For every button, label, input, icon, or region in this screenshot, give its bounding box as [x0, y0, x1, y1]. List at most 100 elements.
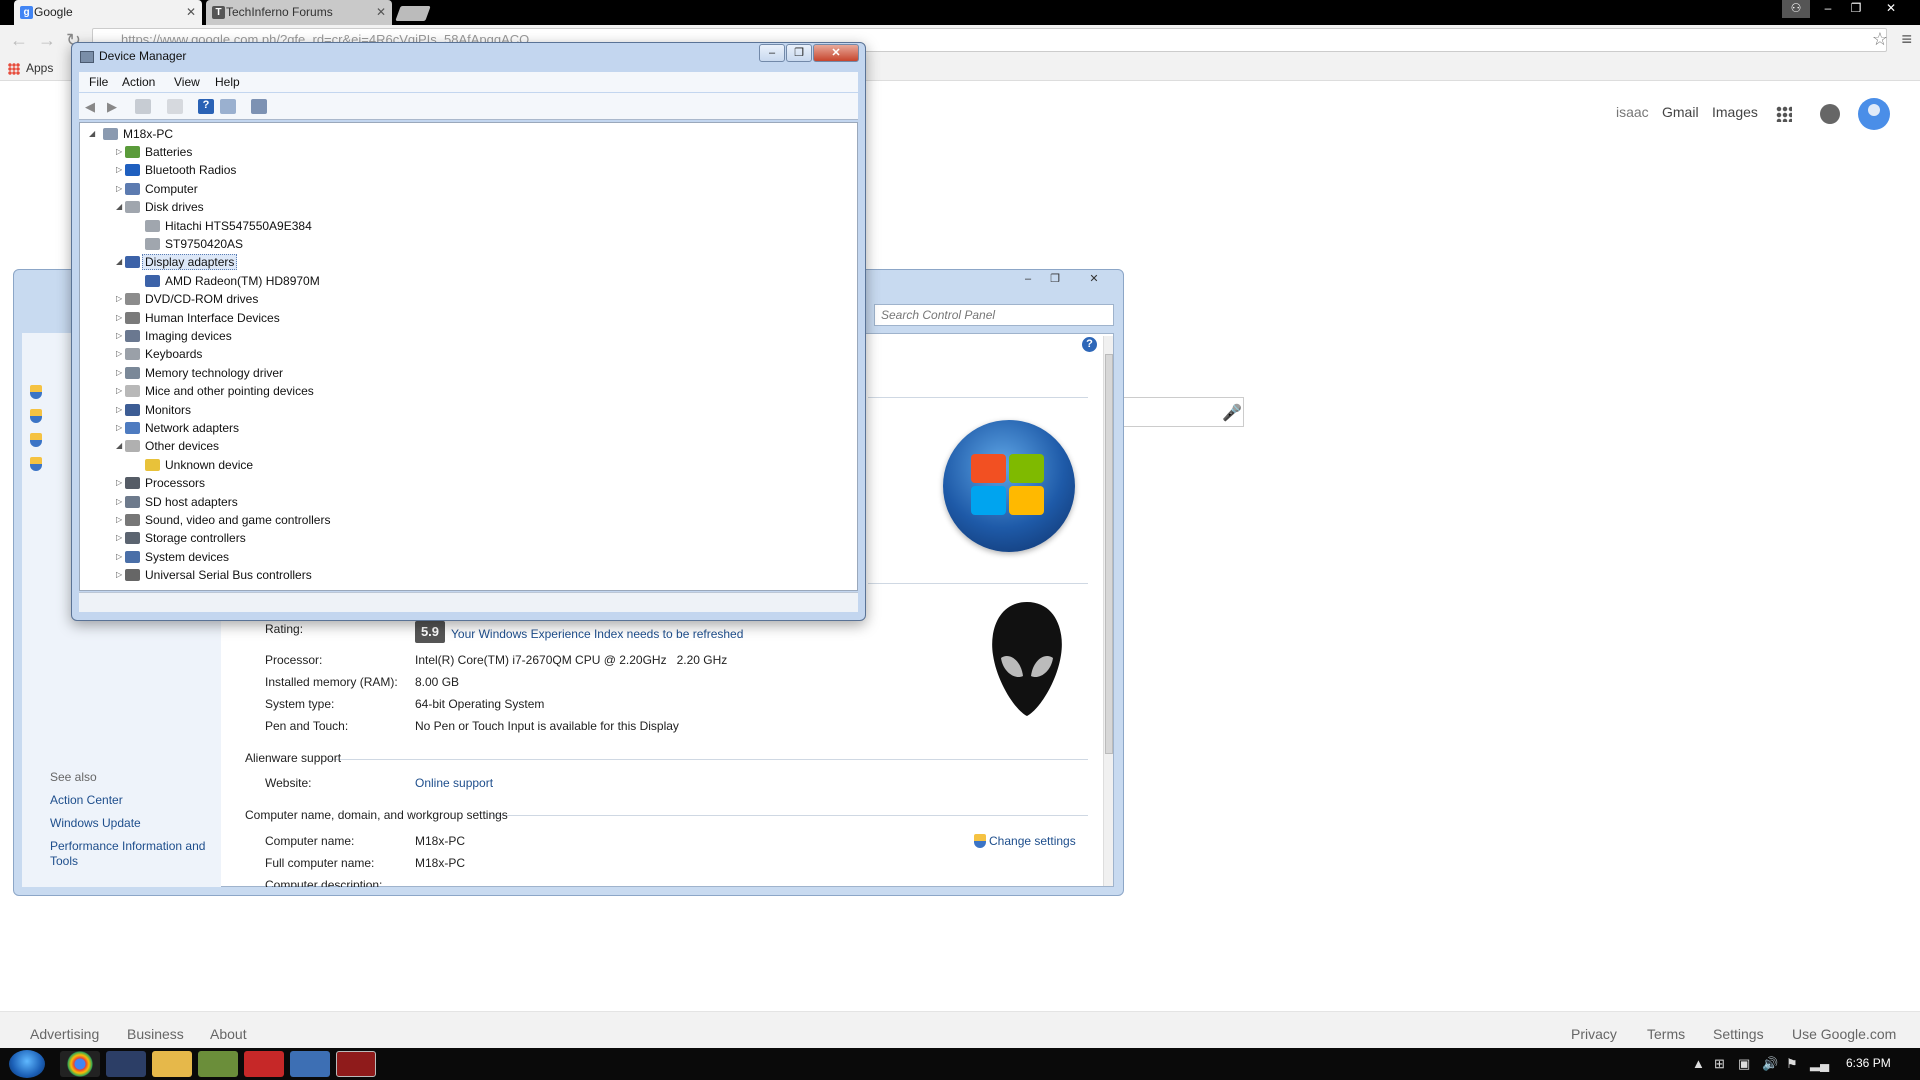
- explorer-icon[interactable]: [152, 1051, 192, 1077]
- collapse-arrow-icon[interactable]: ◢: [89, 125, 99, 143]
- search-control-panel-input[interactable]: Search Control Panel: [874, 304, 1114, 326]
- scan-hardware-icon[interactable]: [251, 99, 267, 114]
- tab-techinferno[interactable]: T TechInferno Forums ✕: [206, 0, 392, 25]
- filezilla-icon[interactable]: [244, 1051, 284, 1077]
- forward-icon[interactable]: ▶: [107, 99, 123, 114]
- back-icon[interactable]: ◀: [85, 99, 101, 114]
- tree-node-dvd-cd-rom-drives[interactable]: ▷ DVD/CD-ROM drives: [116, 290, 258, 308]
- tree-node-st9750420as[interactable]: ST9750420AS: [145, 235, 243, 253]
- tree-node-system-devices[interactable]: ▷ System devices: [116, 548, 229, 566]
- volume-icon[interactable]: 🔊: [1762, 1056, 1778, 1072]
- system-window-scrollbar[interactable]: [1103, 336, 1113, 886]
- footer-business[interactable]: Business: [127, 1026, 184, 1042]
- account-avatar[interactable]: [1858, 98, 1890, 130]
- bluetooth-icon: [125, 164, 140, 176]
- minimize-icon[interactable]: –: [759, 44, 785, 62]
- footer-settings[interactable]: Settings: [1713, 1026, 1764, 1042]
- online-support-link[interactable]: Online support: [415, 776, 493, 790]
- images-link[interactable]: Images: [1712, 104, 1758, 120]
- action-center-link[interactable]: Action Center: [50, 793, 123, 807]
- tree-node-hitachi-hts547550a9e384[interactable]: Hitachi HTS547550A9E384: [145, 217, 312, 235]
- change-settings-link[interactable]: Change settings: [989, 834, 1076, 848]
- new-tab-button[interactable]: [395, 6, 431, 21]
- scroll-thumb[interactable]: [1105, 354, 1113, 754]
- maximize-icon[interactable]: ❐: [786, 44, 812, 62]
- properties-sheet-icon[interactable]: [220, 99, 236, 114]
- forward-icon[interactable]: →: [38, 30, 56, 51]
- action-center-flag-icon[interactable]: ⚑: [1786, 1056, 1798, 1072]
- remote-desktop-icon[interactable]: [290, 1051, 330, 1077]
- tree-node-human-interface-devices[interactable]: ▷ Human Interface Devices: [116, 309, 280, 327]
- tree-node-sd-host-adapters[interactable]: ▷ SD host adapters: [116, 493, 238, 511]
- tree-node-amd-radeon-tm-hd8970m[interactable]: AMD Radeon(TM) HD8970M: [145, 272, 320, 290]
- chrome-icon[interactable]: [60, 1051, 100, 1077]
- network-signal-icon[interactable]: ▂▄: [1810, 1056, 1829, 1072]
- notifications-icon[interactable]: [1820, 104, 1840, 124]
- help-icon[interactable]: ?: [198, 99, 214, 114]
- taskbar-clock[interactable]: 6:36 PM: [1846, 1056, 1891, 1070]
- footer-about[interactable]: About: [210, 1026, 247, 1042]
- tree-node-universal-serial-bus-controllers[interactable]: ▷ Universal Serial Bus controllers: [116, 566, 312, 584]
- performance-info-link[interactable]: Performance Information and Tools: [50, 839, 220, 869]
- tree-node-sound-video-and-game-controllers[interactable]: ▷ Sound, video and game controllers: [116, 511, 330, 529]
- apps-grid-icon[interactable]: [8, 63, 20, 75]
- tree-node-keyboards[interactable]: ▷ Keyboards: [116, 345, 202, 363]
- footer-privacy[interactable]: Privacy: [1571, 1026, 1617, 1042]
- chrome-menu-icon[interactable]: ≡: [1901, 29, 1912, 50]
- tray-app-icon[interactable]: ▣: [1738, 1056, 1750, 1072]
- tree-root-node[interactable]: ◢ M18x-PC: [89, 125, 173, 143]
- tree-node-storage-controllers[interactable]: ▷ Storage controllers: [116, 529, 246, 547]
- minimize-icon[interactable]: –: [1017, 272, 1039, 286]
- tree-node-processors[interactable]: ▷ Processors: [116, 474, 205, 492]
- help-icon[interactable]: ?: [1082, 337, 1097, 352]
- close-window-icon[interactable]: ✕: [813, 44, 859, 62]
- tree-node-network-adapters[interactable]: ▷ Network adapters: [116, 419, 239, 437]
- start-button[interactable]: [9, 1050, 45, 1078]
- restore-icon[interactable]: ❐: [1843, 0, 1869, 18]
- tree-node-imaging-devices[interactable]: ▷ Imaging devices: [116, 327, 232, 345]
- tree-node-display-adapters[interactable]: ◢ Display adapters: [116, 253, 238, 271]
- back-icon[interactable]: ←: [10, 30, 28, 51]
- windows-update-link[interactable]: Windows Update: [50, 816, 141, 830]
- menu-action[interactable]: Action: [122, 75, 155, 89]
- app-icon[interactable]: [198, 1051, 238, 1077]
- google-apps-icon[interactable]: [1776, 106, 1792, 122]
- apps-shortcut[interactable]: Apps: [26, 55, 53, 81]
- close-window-icon[interactable]: ✕: [1080, 272, 1108, 286]
- tree-node-other-devices[interactable]: ◢ Other devices: [116, 437, 219, 455]
- sd-icon: [125, 496, 140, 508]
- show-hide-tree-icon[interactable]: [135, 99, 151, 114]
- tray-expand-icon[interactable]: ▲: [1692, 1056, 1705, 1071]
- google-user-name[interactable]: isaac: [1616, 104, 1649, 120]
- tree-node-memory-technology-driver[interactable]: ▷ Memory technology driver: [116, 364, 283, 382]
- profile-icon[interactable]: ⚇: [1782, 0, 1810, 18]
- device-manager-icon[interactable]: [336, 1051, 376, 1077]
- menu-view[interactable]: View: [174, 75, 200, 89]
- gmail-link[interactable]: Gmail: [1662, 104, 1699, 120]
- tree-node-unknown-device[interactable]: Unknown device: [145, 456, 253, 474]
- close-tab-icon[interactable]: ✕: [376, 0, 386, 25]
- close-tab-icon[interactable]: ✕: [186, 0, 196, 25]
- windows-flag-tray-icon[interactable]: ⊞: [1714, 1056, 1725, 1072]
- footer-terms[interactable]: Terms: [1647, 1026, 1685, 1042]
- tree-node-bluetooth-radios[interactable]: ▷ Bluetooth Radios: [116, 161, 236, 179]
- see-also-heading: See also: [50, 770, 97, 784]
- tree-node-disk-drives[interactable]: ◢ Disk drives: [116, 198, 204, 216]
- monitor-app-icon[interactable]: [106, 1051, 146, 1077]
- footer-advertising[interactable]: Advertising: [30, 1026, 99, 1042]
- menu-file[interactable]: File: [89, 75, 108, 89]
- properties-icon[interactable]: [167, 99, 183, 114]
- tree-node-computer[interactable]: ▷ Computer: [116, 180, 198, 198]
- footer-use-google-com[interactable]: Use Google.com: [1792, 1026, 1896, 1042]
- microphone-icon[interactable]: 🎤: [1222, 403, 1242, 423]
- tree-node-batteries[interactable]: ▷ Batteries: [116, 143, 192, 161]
- bookmark-star-icon[interactable]: ☆: [1872, 29, 1888, 50]
- close-window-icon[interactable]: ✕: [1871, 0, 1911, 18]
- tree-node-mice-and-other-pointing-devices[interactable]: ▷ Mice and other pointing devices: [116, 382, 314, 400]
- tree-node-monitors[interactable]: ▷ Monitors: [116, 401, 191, 419]
- refresh-rating-link[interactable]: Your Windows Experience Index needs to b…: [451, 627, 743, 641]
- menu-help[interactable]: Help: [215, 75, 240, 89]
- minimize-icon[interactable]: –: [1815, 0, 1841, 18]
- maximize-icon[interactable]: ❐: [1044, 272, 1066, 286]
- tab-google[interactable]: g Google ✕: [14, 0, 202, 25]
